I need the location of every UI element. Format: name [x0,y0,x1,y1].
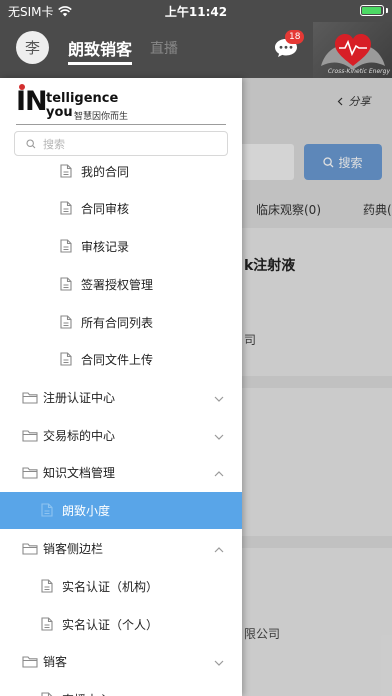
document-icon [60,201,72,215]
menu-item-all-contracts[interactable]: 所有合同列表 [0,304,242,341]
battery-level [362,7,381,14]
chevron-down-icon [214,391,224,405]
menu-item-label: 实名认证（个人） [62,618,159,632]
chevron-down-icon [214,429,224,443]
menu-item-xiaoke[interactable]: 销客 [0,643,242,680]
menu-item-label: 销客侧边栏 [43,542,104,556]
tab-langzhi-xiaoke[interactable]: 朗致销客 [68,36,132,60]
menu-item-review-records[interactable]: 审核记录 [0,228,242,265]
menu-item-label: 销客 [43,655,68,669]
document-icon [60,164,72,178]
document-icon [60,315,72,329]
document-icon [60,277,72,291]
battery-nub [386,8,388,13]
menu-item-label: 合同审核 [81,202,130,216]
menu-item-label: 注册认证中心 [43,391,116,405]
menu-item-my-contracts[interactable]: 我的合同 [0,153,242,190]
menu-item-contract-review[interactable]: 合同审核 [0,190,242,227]
logo-tagline: 智慧因你而生 [74,112,129,122]
app-header: 李 朗致销客 直播 18 Cross-Kinetic Energy [0,22,392,78]
document-icon [41,617,53,631]
menu-item-label: 直播中心 [62,691,110,696]
folder-icon [22,655,38,668]
menu-item-verify-organization[interactable]: 实名认证（机构） [0,568,242,605]
menu-item-live-center[interactable]: 直播中心 [0,681,242,696]
side-drawer: IN telligence you 智慧因你而生 我的合同合同审核审核记录签署授… [0,78,242,696]
folder-icon [22,391,38,404]
avatar[interactable]: 李 [16,31,49,64]
message-count-badge: 18 [285,30,305,44]
folder-icon [22,542,38,555]
logo-divider [16,124,226,125]
menu-item-trading-center[interactable]: 交易标的中心 [0,417,242,454]
document-icon [41,503,53,517]
menu-item-label: 合同文件上传 [81,353,154,367]
menu-item-langzhi-xiaodu[interactable]: 朗致小度 [0,492,242,529]
menu-item-signing-authorization[interactable]: 签署授权管理 [0,266,242,303]
menu-item-contract-upload[interactable]: 合同文件上传 [0,341,242,378]
logo-word-1: telligence [46,91,119,106]
logo-dot [19,84,25,90]
menu-item-label: 交易标的中心 [43,429,116,443]
chevron-up-icon [214,466,224,480]
status-time: 上午11:42 [164,5,228,19]
battery-icon [360,5,384,16]
active-tab-indicator [68,62,132,65]
logo-letters: IN [16,86,48,117]
status-bar: 无SIM卡 上午11:42 [0,0,392,22]
menu-item-label: 朗致小度 [62,504,111,518]
menu-item-label: 知识文档管理 [43,466,116,480]
brand-caption: Cross-Kinetic Energy [327,68,390,75]
chevron-down-icon [214,655,224,669]
chevron-up-icon [214,542,224,556]
folder-icon [22,429,38,442]
drawer-search-input[interactable] [43,135,223,153]
menu-item-verify-individual[interactable]: 实名认证（个人） [0,606,242,643]
menu-item-knowledge-docs[interactable]: 知识文档管理 [0,454,242,491]
document-icon [41,692,53,696]
menu-item-label: 实名认证（机构） [62,580,159,594]
folder-icon [22,466,38,479]
document-icon [60,352,72,366]
menu-item-label: 审核记录 [81,240,130,254]
tab-live[interactable]: 直播 [150,38,178,58]
menu-item-label: 我的合同 [81,165,130,179]
document-icon [60,239,72,253]
menu-item-sales-sidebar[interactable]: 销客侧边栏 [0,530,242,567]
brand-banner: Cross-Kinetic Energy [313,22,392,78]
menu-item-label: 所有合同列表 [81,316,154,330]
menu-item-registration-center[interactable]: 注册认证中心 [0,379,242,416]
menu-item-label: 签署授权管理 [81,278,154,292]
document-icon [41,579,53,593]
search-icon [26,139,36,149]
logo-word-2: you [46,105,73,120]
